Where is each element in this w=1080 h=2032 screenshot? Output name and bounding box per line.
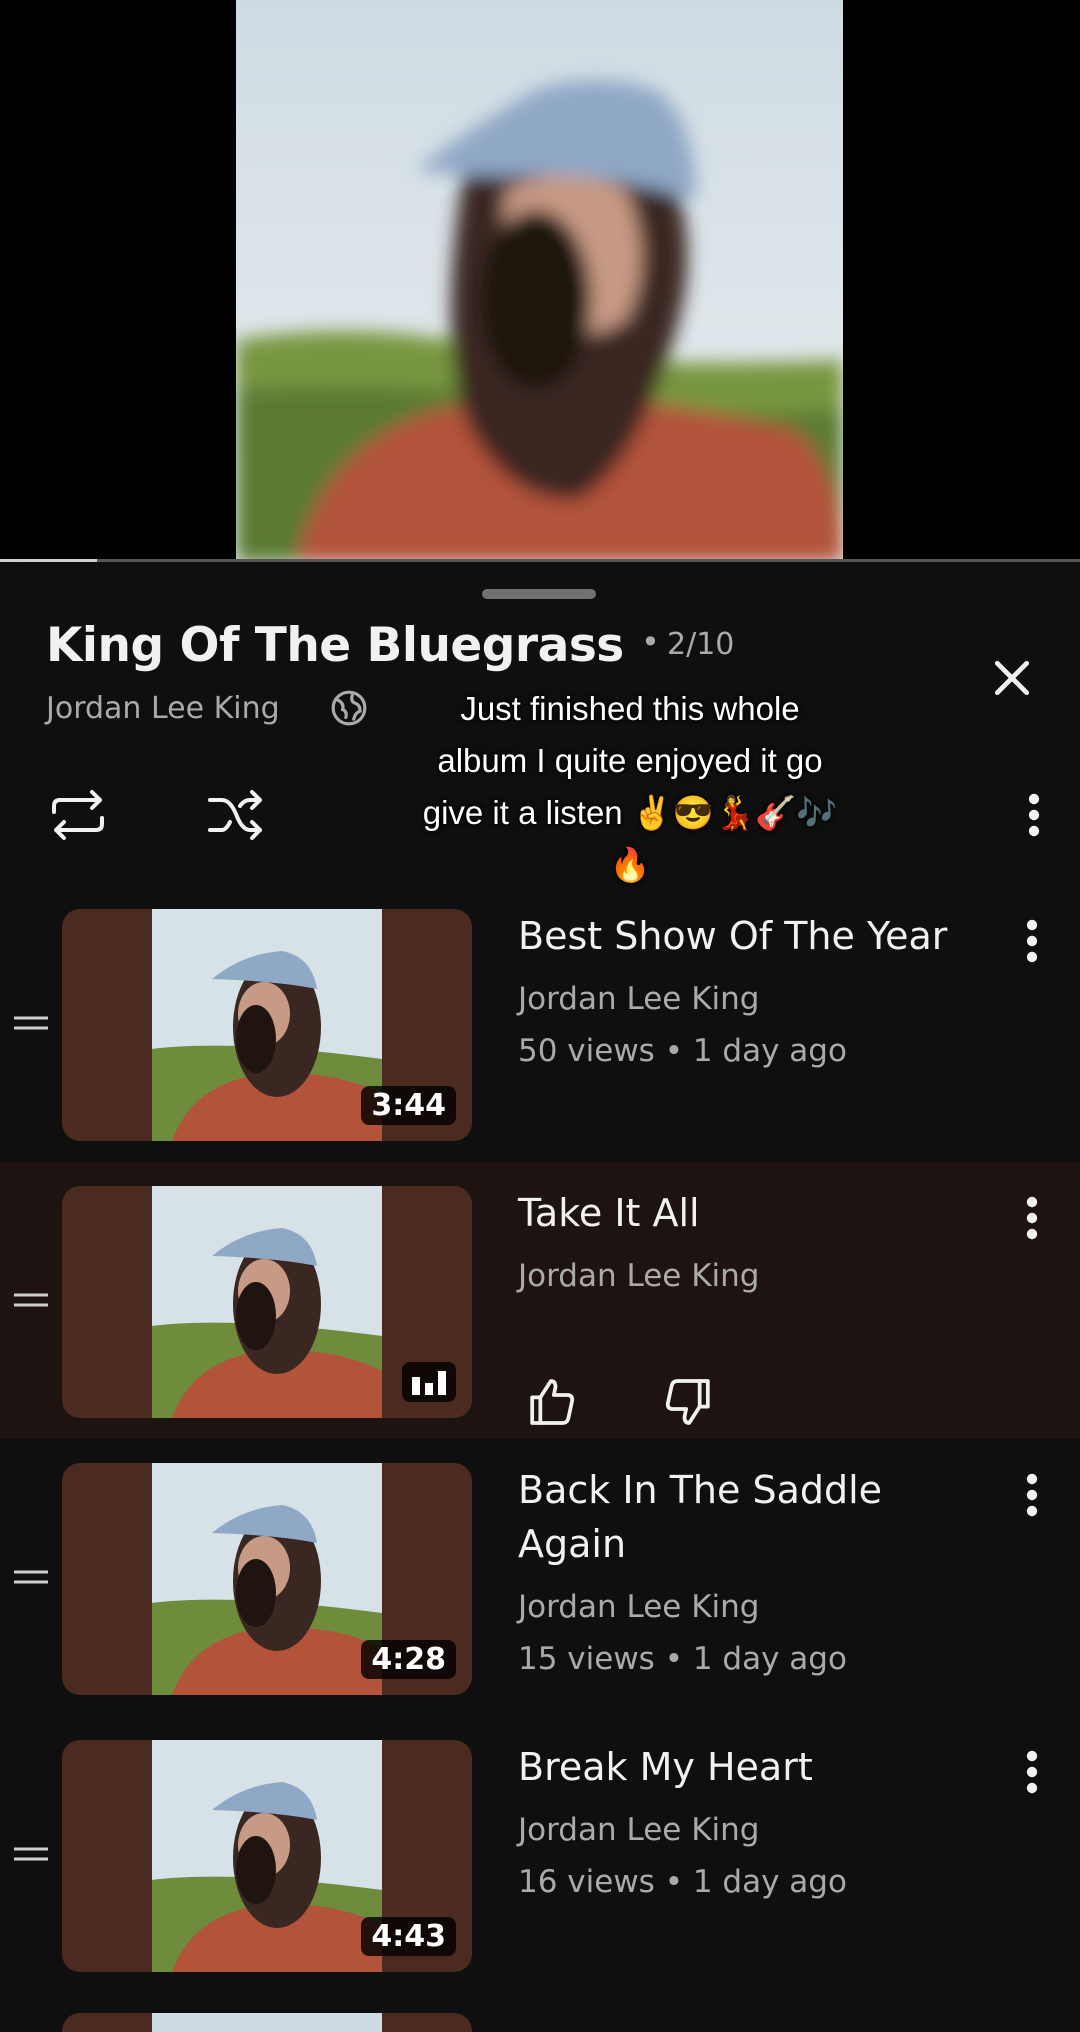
thumbnail-art (152, 1740, 382, 1972)
video-player[interactable] (0, 0, 1080, 562)
more-vert-icon (1026, 919, 1038, 963)
playlist-artist[interactable]: Jordan Lee King (46, 691, 280, 726)
more-vert-icon (1026, 1473, 1038, 1517)
drag-handle-icon[interactable] (12, 1844, 50, 1864)
dislike-button[interactable] (660, 1374, 716, 1430)
caption-line: album I quite enjoyed it go (437, 742, 823, 779)
track-thumbnail[interactable]: 3:44 (62, 909, 472, 1141)
drag-handle-icon[interactable] (12, 1013, 50, 1033)
thumbnail-art (152, 1463, 382, 1695)
duration-badge: 4:28 (361, 1640, 456, 1679)
close-button[interactable] (982, 648, 1042, 708)
like-button[interactable] (524, 1374, 580, 1430)
thumbnail-art (152, 909, 382, 1141)
more-vert-icon (1028, 793, 1040, 837)
track-more-button[interactable] (1012, 1465, 1052, 1525)
thumbs-up-icon (530, 1379, 575, 1425)
playlist-more-button[interactable] (1014, 785, 1054, 845)
track-artist[interactable]: Jordan Lee King (518, 981, 759, 1017)
playlist-item[interactable]: 4:43 Break My Heart Jordan Lee King 16 v… (0, 1716, 1080, 1993)
caption-line: 🔥 (609, 846, 651, 883)
caption-line: Just finished this whole (460, 690, 800, 727)
more-vert-icon (1026, 1750, 1038, 1794)
thumbnail-art (152, 2013, 382, 2032)
track-thumbnail-partial[interactable] (62, 2013, 472, 2032)
playlist-title: King Of The Bluegrass (46, 618, 624, 673)
duration-badge: 4:43 (361, 1917, 456, 1956)
track-more-button[interactable] (1012, 1188, 1052, 1248)
video-progress-bar[interactable] (0, 559, 1080, 562)
track-more-button[interactable] (1012, 1742, 1052, 1802)
equalizer-icon (412, 1371, 446, 1395)
globe-icon (330, 689, 368, 727)
thumbnail-art (152, 1186, 382, 1418)
playlist-item-now-playing[interactable]: Take It All Jordan Lee King (0, 1162, 1080, 1439)
track-artist[interactable]: Jordan Lee King (518, 1589, 759, 1625)
track-title[interactable]: Best Show Of The Year (518, 909, 988, 963)
track-title[interactable]: Take It All (518, 1186, 988, 1240)
playlist-item[interactable]: 3:44 Best Show Of The Year Jordan Lee Ki… (0, 885, 1080, 1162)
shuffle-button[interactable] (204, 783, 268, 847)
drag-handle-icon[interactable] (12, 1290, 50, 1310)
drag-handle-icon[interactable] (12, 1567, 50, 1587)
track-meta: 16 views • 1 day ago (518, 1864, 847, 1900)
track-title[interactable]: Break My Heart (518, 1740, 988, 1794)
video-caption-overlay: Just finished this whole album I quite e… (380, 683, 880, 891)
caption-line: give it a listen ✌😎💃🎸🎶 (422, 794, 838, 831)
playlist-item[interactable]: 4:28 Back In The Saddle Again Jordan Lee… (0, 1439, 1080, 1716)
track-thumbnail[interactable]: 4:43 (62, 1740, 472, 1972)
close-icon (994, 660, 1030, 696)
track-thumbnail[interactable]: 4:28 (62, 1463, 472, 1695)
title-separator: • (641, 623, 660, 661)
track-title[interactable]: Back In The Saddle Again (518, 1463, 988, 1571)
duration-badge: 3:44 (361, 1086, 456, 1125)
track-artist[interactable]: Jordan Lee King (518, 1812, 759, 1848)
shuffle-icon (208, 790, 262, 840)
album-art-image (236, 0, 843, 562)
track-meta: 50 views • 1 day ago (518, 1033, 847, 1069)
track-more-button[interactable] (1012, 911, 1052, 971)
track-artist[interactable]: Jordan Lee King (518, 1258, 759, 1294)
track-meta: 15 views • 1 day ago (518, 1641, 847, 1677)
thumbs-down-icon (665, 1379, 710, 1425)
playlist-position: 2/10 (667, 627, 735, 662)
track-thumbnail[interactable] (62, 1186, 472, 1418)
video-progress-fill (0, 559, 98, 562)
more-vert-icon (1026, 1196, 1038, 1240)
panel-drag-handle[interactable] (482, 589, 596, 599)
now-playing-badge (402, 1362, 456, 1402)
repeat-button[interactable] (46, 783, 110, 847)
repeat-icon (52, 790, 104, 840)
